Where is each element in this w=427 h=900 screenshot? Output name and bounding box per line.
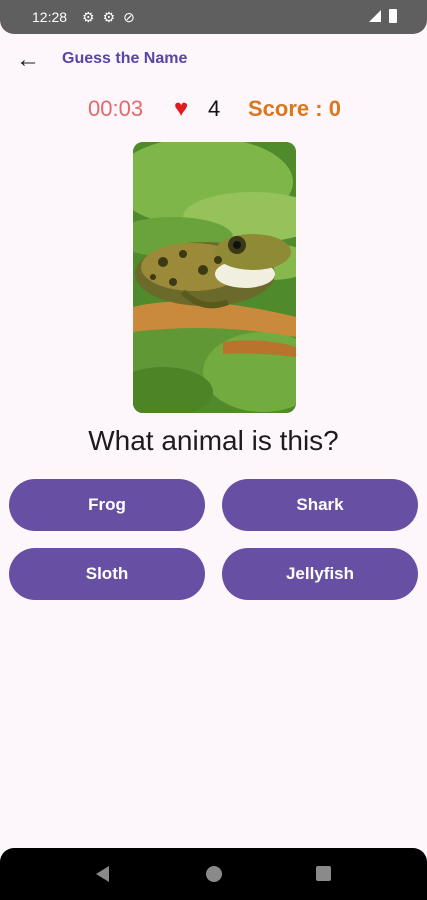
status-bar: 12:28 ⚙ ⚙ ⊘ <box>0 0 427 34</box>
battery-icon <box>389 9 397 23</box>
page-title: Guess the Name <box>62 50 188 67</box>
timer: 00:03 <box>88 96 144 121</box>
answer-button-frog[interactable]: Frog <box>9 479 205 531</box>
animal-image <box>133 142 296 413</box>
answer-button-sloth[interactable]: Sloth <box>9 548 205 600</box>
arrow-back-icon: ← <box>16 46 40 73</box>
no-data-icon: ⊘ <box>123 9 135 25</box>
status-system-icons <box>369 9 397 23</box>
nav-home-icon[interactable] <box>206 866 222 882</box>
heart-icon: ♥ <box>174 95 189 122</box>
answer-button-jellyfish[interactable]: Jellyfish <box>222 548 418 600</box>
lives-count: 4 <box>208 96 221 121</box>
nav-back-icon[interactable] <box>96 866 109 882</box>
back-button[interactable]: ← <box>14 46 42 74</box>
signal-icon <box>369 10 381 22</box>
gear-icon: ⚙ <box>82 9 95 25</box>
gear-icon: ⚙ <box>102 9 116 25</box>
navigation-bar <box>0 848 427 900</box>
app-bar: ← Guess the Name <box>0 34 427 86</box>
status-notification-icons: ⚙ ⚙ ⊘ <box>82 9 135 25</box>
nav-recents-icon[interactable] <box>316 866 331 881</box>
score: Score : 0 <box>248 96 341 121</box>
status-time: 12:28 <box>32 9 68 25</box>
answer-button-shark[interactable]: Shark <box>222 479 418 531</box>
game-stats: 00:03 ♥ 4 Score : 0 <box>0 95 427 124</box>
question-text: What animal is this? <box>88 425 339 456</box>
